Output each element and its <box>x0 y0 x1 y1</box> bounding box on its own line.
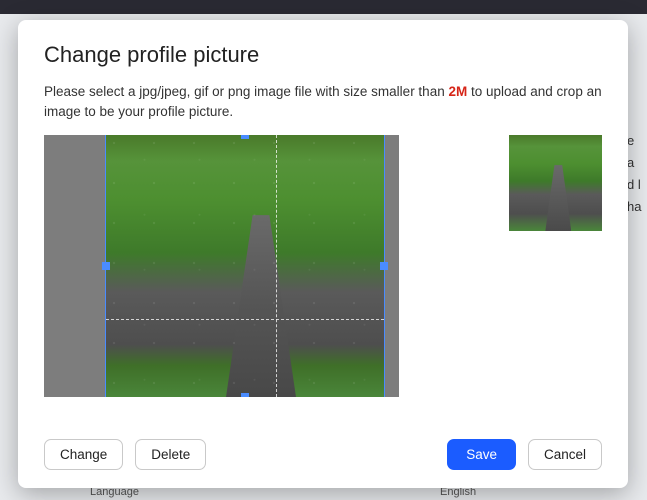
modal-footer: Change Delete Save Cancel <box>44 425 602 470</box>
app-topbar <box>0 0 647 14</box>
profile-picture-preview <box>509 135 602 231</box>
delete-button[interactable]: Delete <box>135 439 206 470</box>
change-profile-picture-modal: Change profile picture Please select a j… <box>18 20 628 488</box>
image-crop-area[interactable] <box>44 135 399 397</box>
background-text-fragment: e a d l ha <box>627 130 643 218</box>
crop-handle-e[interactable] <box>380 262 388 270</box>
crop-handle-n[interactable] <box>241 135 249 139</box>
save-button[interactable]: Save <box>447 439 516 470</box>
crop-selection-box[interactable] <box>106 135 384 397</box>
cancel-button[interactable]: Cancel <box>528 439 602 470</box>
modal-title: Change profile picture <box>44 42 602 68</box>
crop-handle-s[interactable] <box>241 393 249 397</box>
change-button[interactable]: Change <box>44 439 123 470</box>
modal-instruction: Please select a jpg/jpeg, gif or png ima… <box>44 82 602 121</box>
crop-handle-w[interactable] <box>102 262 110 270</box>
size-limit: 2M <box>448 84 467 99</box>
